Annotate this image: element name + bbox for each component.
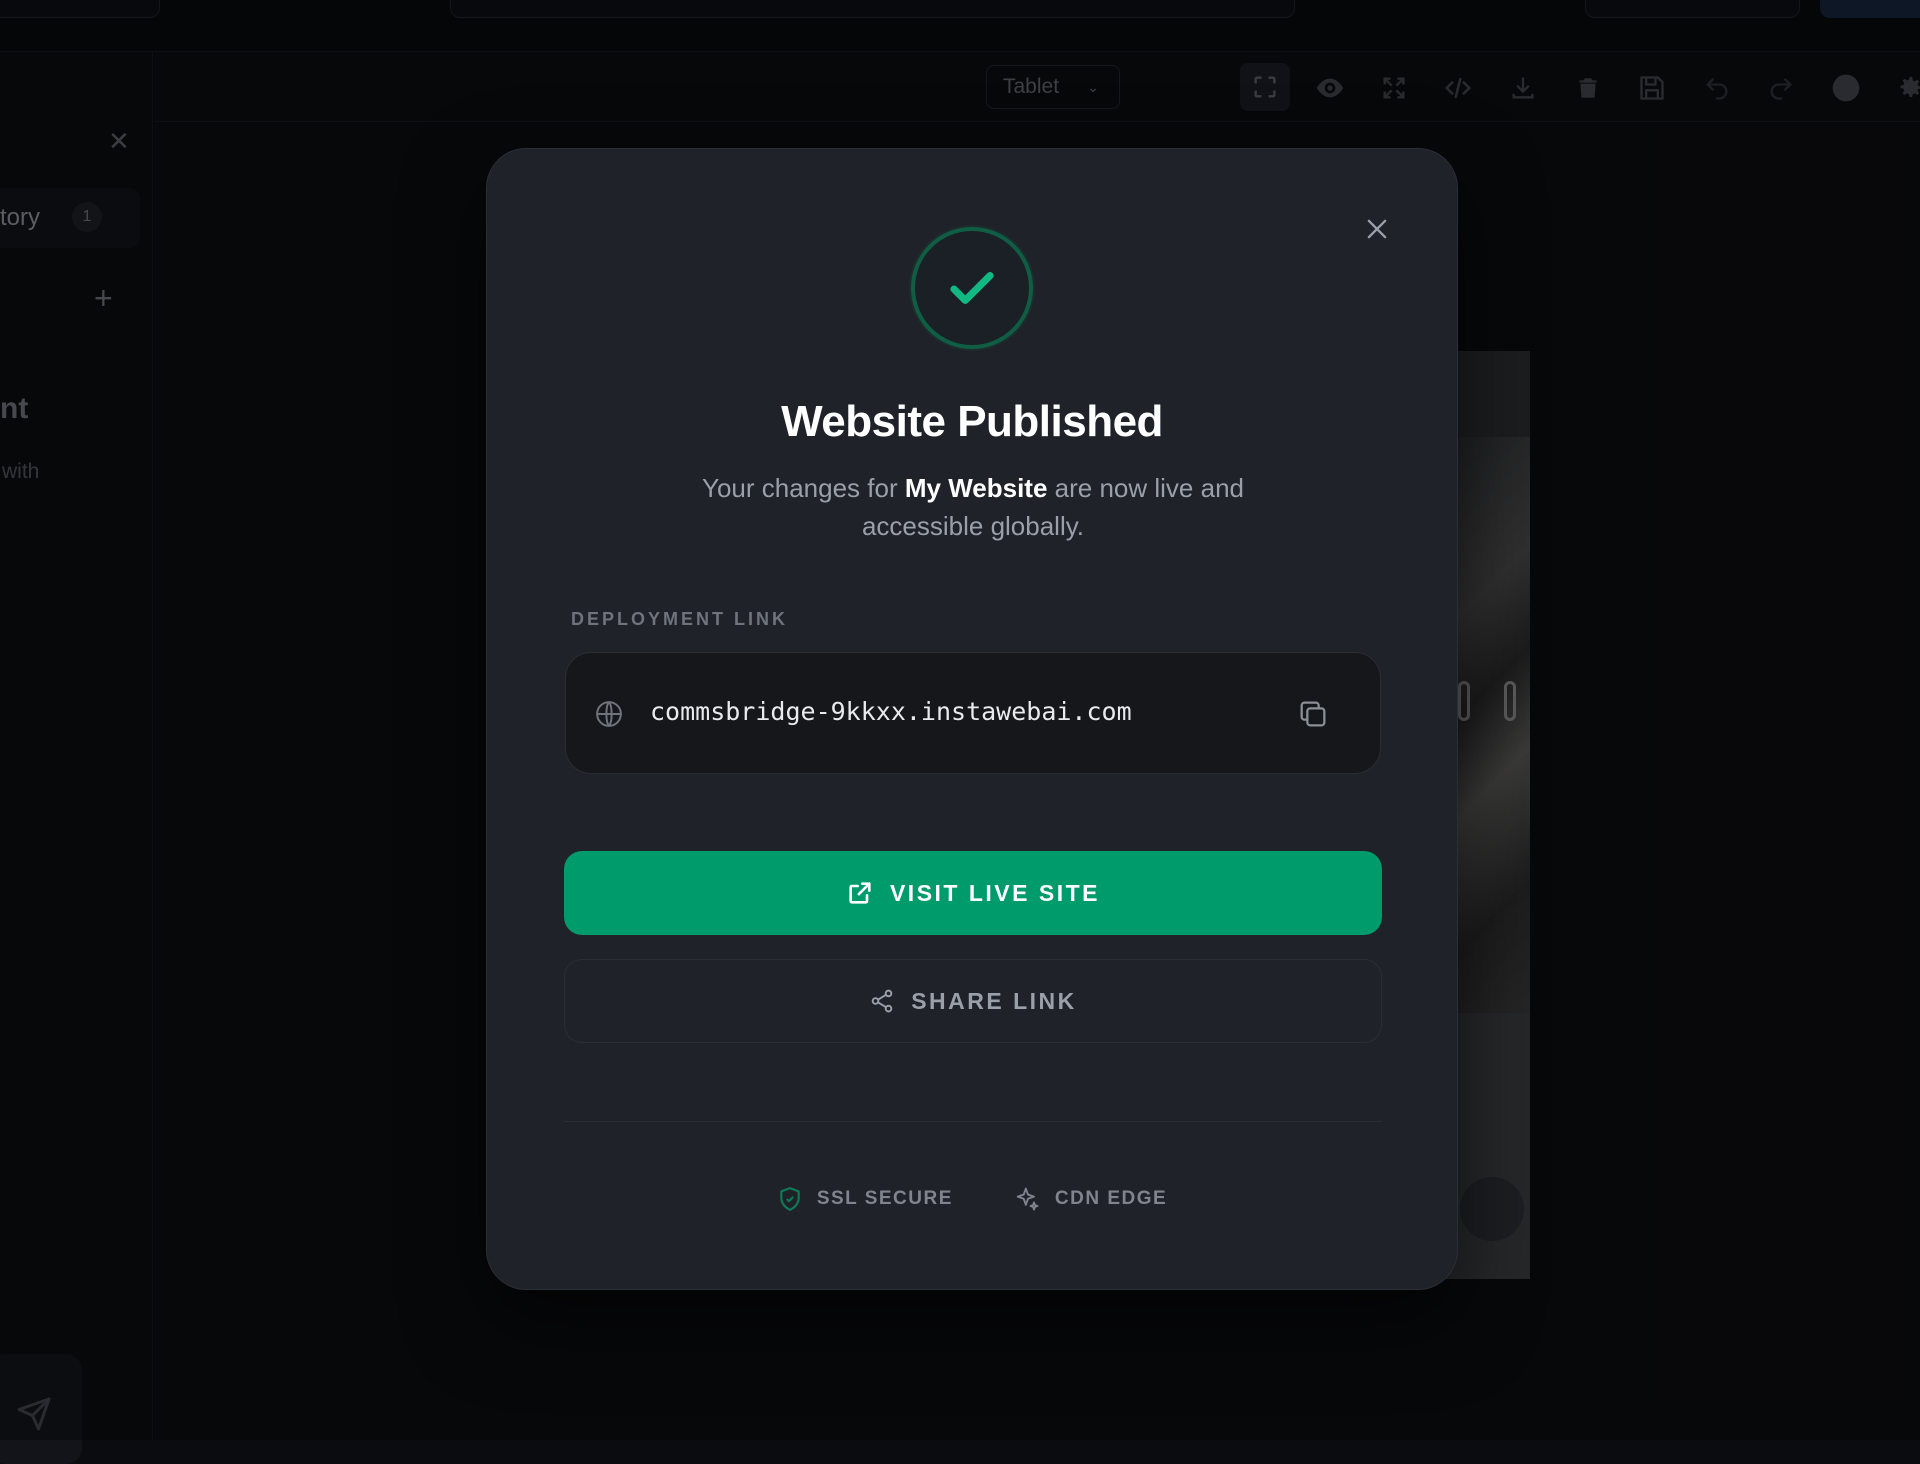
share-icon [869,988,895,1014]
desc-prefix: Your changes for [702,473,905,503]
ssl-badge-label: SSL SECURE [817,1188,953,1210]
share-link-button[interactable]: SHARE LINK [564,959,1382,1043]
success-badge [911,227,1033,349]
divider [564,1121,1382,1122]
external-link-icon [846,879,874,907]
ssl-badge: SSL SECURE [777,1186,953,1212]
feature-badges: SSL SECURE CDN EDGE [487,1185,1457,1213]
publish-success-modal: Website Published Your changes for My We… [486,148,1458,1290]
close-icon[interactable] [1359,211,1395,247]
deployment-url-field[interactable]: commsbridge-9kkxx.instawebai.com [565,652,1381,774]
modal-title: Website Published [487,397,1457,447]
deployment-link-label: DEPLOYMENT LINK [571,609,788,630]
visit-live-site-button[interactable]: VISIT LIVE SITE [564,851,1382,935]
deployment-url[interactable]: commsbridge-9kkxx.instawebai.com [650,697,1132,726]
sparkles-icon [1013,1185,1041,1213]
cdn-badge: CDN EDGE [1013,1185,1167,1213]
visit-live-site-label: VISIT LIVE SITE [890,880,1100,907]
copy-icon[interactable] [1296,697,1330,731]
share-link-label: SHARE LINK [911,988,1077,1015]
modal-description: Your changes for My Website are now live… [657,469,1289,545]
globe-icon [594,699,624,729]
check-icon [945,261,999,315]
cdn-badge-label: CDN EDGE [1055,1188,1167,1210]
site-name: My Website [905,473,1048,503]
shield-icon [777,1186,803,1212]
